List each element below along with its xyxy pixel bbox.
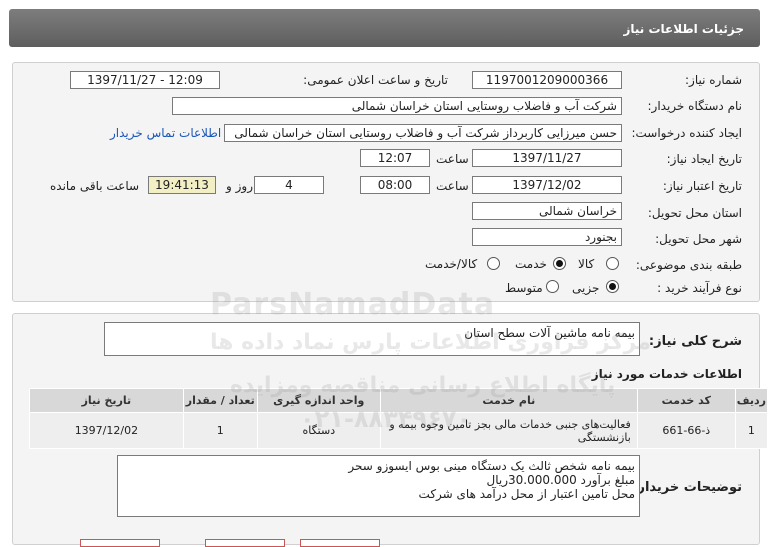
create-date-field[interactable]: 1397/11/27 [472,149,622,167]
col-unit: واحد اندازه گیری [256,388,381,413]
remaining-time-label: ساعت باقی مانده [50,179,140,193]
row-name: فعالیت‌های جنبی خدمات مالی بجز تامین وجو… [379,412,638,449]
buyer-notes-label: توضیحات خریدار: [632,480,742,495]
row-code: ذ-66-661 [636,412,736,449]
category-goods-service-radio[interactable] [487,257,500,270]
buyer-notes-line-1: بیمه نامه شخص ثالث یک دستگاه مینی بوس ای… [348,459,635,473]
bottom-button-right[interactable] [300,539,380,547]
bottom-button-left[interactable] [80,539,160,547]
process-minor-radio[interactable] [606,280,619,293]
create-time-label: ساعت [436,152,469,166]
row-unit: دستگاه [256,412,381,449]
create-date-label: تاریخ ایجاد نیاز: [666,152,742,166]
contact-buyer-link[interactable]: اطلاعات تماس خریدار [110,126,221,140]
process-medium-label: متوسط [505,281,543,295]
row-index: 1 [734,412,769,449]
buyer-label: نام دستگاه خریدار: [647,99,743,113]
announce-field[interactable]: 1397/11/27 - 12:09 [70,71,220,89]
process-label: نوع فرآیند خرید : [657,281,742,295]
page-header: جزئیات اطلاعات نیاز [9,9,760,47]
category-goods-label: کالا [578,257,595,271]
process-minor-label: جزیی [572,281,600,295]
col-date: تاریخ نیاز [29,388,184,413]
row-date: 1397/12/02 [29,412,184,449]
category-service-radio[interactable] [553,257,566,270]
announce-label: تاریخ و ساعت اعلان عمومی: [303,73,448,87]
requester-label: ایجاد کننده درخواست: [631,126,742,140]
page-title: جزئیات اطلاعات نیاز [623,22,744,36]
category-service-label: خدمت [515,257,547,271]
col-row: ردیف [734,388,769,413]
summary-field[interactable]: بیمه نامه ماشین آلات سطح استان [104,322,640,356]
requester-field[interactable]: حسن میرزایی کاربرداز شرکت آب و فاضلاب رو… [224,124,622,142]
bottom-button-mid[interactable] [205,539,285,547]
buyer-notes-line-3: محل تامین اعتبار از محل درآمد های شرکت [418,487,635,501]
col-name: نام خدمت [379,388,638,413]
validity-date-field[interactable]: 1397/12/02 [472,176,622,194]
create-time-field[interactable]: 12:07 [360,149,430,167]
summary-label: شرح کلی نیاز: [648,334,742,349]
services-section-title: اطلاعات خدمات مورد نیاز [591,367,742,381]
services-table: ردیف کد خدمت نام خدمت واحد اندازه گیری ت… [29,388,769,449]
services-table-header: ردیف کد خدمت نام خدمت واحد اندازه گیری ت… [29,388,769,413]
validity-label: تاریخ اعتبار نیاز: [662,179,742,193]
category-goods-service-label: کالا/خدمت [425,257,478,271]
city-field[interactable]: بجنورد [472,228,622,246]
need-number-label: شماره نیاز: [685,73,742,87]
province-field[interactable]: خراسان شمالی [472,202,622,220]
buyer-notes-line-2: مبلغ برآورد 30.000.000ریال [486,473,636,487]
remaining-time-field: 19:41:13 [148,176,216,194]
process-medium-radio[interactable] [546,280,559,293]
table-row[interactable]: 1 ذ-66-661 فعالیت‌های جنبی خدمات مالی بج… [29,412,769,449]
category-goods-radio[interactable] [606,257,619,270]
days-label: روز و [226,179,253,193]
row-qty: 1 [182,412,258,449]
buyer-field[interactable]: شرکت آب و فاضلاب روستایی استان خراسان شم… [172,97,622,115]
validity-time-label: ساعت [436,179,469,193]
province-label: استان محل تحویل: [647,206,742,220]
category-label: طبقه بندی موضوعی: [635,258,742,272]
need-number-field[interactable]: 1197001209000366 [472,71,622,89]
buyer-notes-field[interactable]: بیمه نامه شخص ثالث یک دستگاه مینی بوس ای… [117,455,640,517]
col-qty: تعداد / مقدار [182,388,258,413]
validity-time-field[interactable]: 08:00 [360,176,430,194]
days-remaining-field[interactable]: 4 [254,176,324,194]
col-code: کد خدمت [636,388,736,413]
city-label: شهر محل تحویل: [655,232,742,246]
